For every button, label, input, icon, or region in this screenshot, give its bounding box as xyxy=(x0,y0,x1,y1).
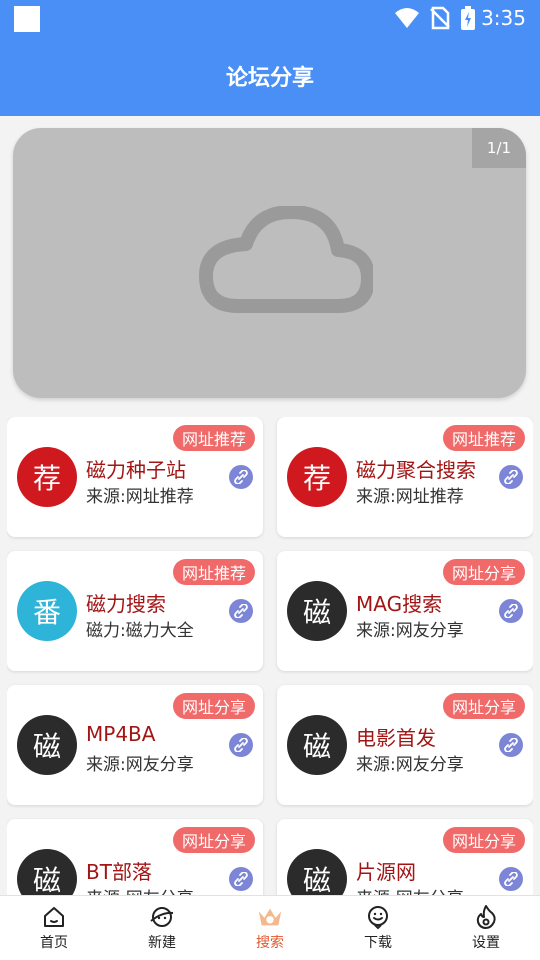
link-icon[interactable] xyxy=(229,599,253,623)
card-tag: 网址推荐 xyxy=(172,559,255,585)
link-icon[interactable] xyxy=(229,867,253,891)
card-tag: 网址分享 xyxy=(172,827,255,853)
link-icon[interactable] xyxy=(499,733,523,757)
card-avatar: 磁 xyxy=(287,849,347,895)
card-avatar: 磁 xyxy=(17,715,77,775)
link-card[interactable]: 网址推荐 荐 磁力种子站 来源:网址推荐 xyxy=(7,417,263,537)
planet-icon xyxy=(149,904,175,930)
nav-label: 设置 xyxy=(472,935,500,951)
card-avatar: 荐 xyxy=(287,447,347,507)
nav-item-new[interactable]: 新建 xyxy=(108,896,216,960)
nav-item-download[interactable]: 下载 xyxy=(324,896,432,960)
link-card[interactable]: 网址推荐 番 磁力搜索 磁力:磁力大全 xyxy=(7,551,263,671)
nav-item-search[interactable]: 搜索 xyxy=(216,896,324,960)
crown-icon xyxy=(257,904,283,930)
card-tag: 网址分享 xyxy=(442,559,525,585)
card-subtitle: 来源:网友分享 xyxy=(356,884,464,895)
banner-carousel[interactable]: 1/1 xyxy=(13,128,526,398)
link-card[interactable]: 网址推荐 荐 磁力聚合搜索 来源:网址推荐 xyxy=(277,417,533,537)
card-title: 磁力种子站 xyxy=(86,458,186,482)
nav-label: 搜索 xyxy=(256,935,284,951)
notification-icon xyxy=(14,6,40,32)
card-avatar: 磁 xyxy=(287,715,347,775)
card-subtitle: 磁力:磁力大全 xyxy=(86,621,194,641)
nav-label: 首页 xyxy=(40,935,68,951)
status-bar: 3:35 xyxy=(0,0,540,36)
card-title: 电影首发 xyxy=(356,726,436,750)
card-subtitle: 来源:网友分享 xyxy=(86,884,194,895)
bottom-nav: 首页 新建 搜索 下载 设置 xyxy=(0,895,540,960)
link-icon[interactable] xyxy=(229,733,253,757)
banner-page-counter: 1/1 xyxy=(472,128,526,168)
no-sim-icon xyxy=(430,6,450,30)
nav-label: 下载 xyxy=(364,935,392,951)
nav-item-settings[interactable]: 设置 xyxy=(432,896,540,960)
nav-item-home[interactable]: 首页 xyxy=(0,896,108,960)
card-avatar: 磁 xyxy=(287,581,347,641)
card-avatar: 荐 xyxy=(17,447,77,507)
card-title: 磁力搜索 xyxy=(86,592,166,616)
card-subtitle: 来源:网友分享 xyxy=(86,755,194,775)
page-title: 论坛分享 xyxy=(225,66,314,91)
link-icon[interactable] xyxy=(229,465,253,489)
smile-icon xyxy=(365,904,391,930)
link-icon[interactable] xyxy=(499,599,523,623)
card-subtitle: 来源:网址推荐 xyxy=(356,487,464,507)
home-icon xyxy=(41,904,67,930)
card-tag: 网址推荐 xyxy=(172,425,255,451)
wifi-icon xyxy=(395,8,419,28)
status-icons xyxy=(394,6,476,30)
card-subtitle: 来源:网友分享 xyxy=(356,755,464,775)
card-tag: 网址分享 xyxy=(442,827,525,853)
nav-label: 新建 xyxy=(148,935,176,951)
status-time: 3:35 xyxy=(481,6,526,30)
link-icon[interactable] xyxy=(499,465,523,489)
card-title: MAG搜索 xyxy=(356,592,443,616)
card-subtitle: 来源:网友分享 xyxy=(356,621,464,641)
flame-icon xyxy=(473,904,499,930)
card-avatar: 番 xyxy=(17,581,77,641)
card-subtitle: 来源:网址推荐 xyxy=(86,487,194,507)
link-card[interactable]: 网址分享 磁 电影首发 来源:网友分享 xyxy=(277,685,533,805)
card-avatar: 磁 xyxy=(17,849,77,895)
battery-icon xyxy=(461,6,475,30)
link-card[interactable]: 网址分享 磁 BT部落 来源:网友分享 xyxy=(7,819,263,895)
card-title: MP4BA xyxy=(86,722,156,746)
card-title: 磁力聚合搜索 xyxy=(356,458,476,482)
cloud-icon xyxy=(199,206,373,313)
app-header: 论坛分享 xyxy=(0,36,540,116)
link-card-grid: 网址推荐 荐 磁力种子站 来源:网址推荐 网址推荐 荐 磁力聚合搜索 来源:网址… xyxy=(7,417,533,895)
card-title: 片源网 xyxy=(356,860,416,884)
card-tag: 网址推荐 xyxy=(442,425,525,451)
link-card[interactable]: 网址分享 磁 片源网 来源:网友分享 xyxy=(277,819,533,895)
card-tag: 网址分享 xyxy=(172,693,255,719)
link-icon[interactable] xyxy=(499,867,523,891)
link-card[interactable]: 网址分享 磁 MP4BA 来源:网友分享 xyxy=(7,685,263,805)
card-title: BT部落 xyxy=(86,860,152,884)
link-card[interactable]: 网址分享 磁 MAG搜索 来源:网友分享 xyxy=(277,551,533,671)
card-tag: 网址分享 xyxy=(442,693,525,719)
